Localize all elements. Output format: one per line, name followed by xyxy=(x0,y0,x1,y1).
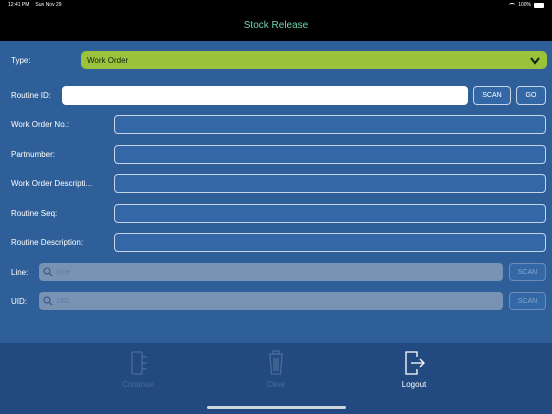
logout-icon xyxy=(405,351,425,375)
partnumber-label: Partnumber: xyxy=(11,150,56,159)
type-select-value: Work Order xyxy=(87,55,129,65)
logout-button[interactable]: Logout xyxy=(374,349,454,401)
bottom-toolbar: Continue Clear Logout xyxy=(0,343,552,414)
continue-button[interactable]: Continue xyxy=(98,349,178,401)
battery-percent: 100% xyxy=(518,2,531,8)
routine-id-scan-button[interactable]: SCAN xyxy=(473,86,511,105)
line-search-input[interactable]: Line xyxy=(39,263,503,281)
battery-icon xyxy=(534,2,544,8)
search-icon xyxy=(43,267,53,277)
routine-description-label: Routine Description: xyxy=(11,238,84,247)
go-button[interactable]: GO xyxy=(516,86,546,105)
nav-bar: Stock Release xyxy=(0,10,552,41)
page-title: Stock Release xyxy=(243,20,309,31)
continue-icon xyxy=(131,351,147,375)
work-order-description-label: Work Order Descripti... xyxy=(11,179,93,188)
line-placeholder: Line xyxy=(57,268,71,276)
logout-label: Logout xyxy=(401,380,427,389)
uid-search-input[interactable]: UID xyxy=(39,292,503,310)
work-order-no-field[interactable] xyxy=(114,115,546,134)
stock-release-form: Type: Work Order Routine ID: SCAN GO Wor… xyxy=(0,41,552,343)
work-order-description-field[interactable] xyxy=(114,174,546,193)
type-select[interactable]: Work Order xyxy=(81,51,547,69)
wifi-icon xyxy=(509,3,516,7)
home-indicator xyxy=(207,406,346,409)
line-scan-button[interactable]: SCAN xyxy=(509,263,546,281)
status-time: 12:41 PM xyxy=(8,2,30,8)
partnumber-field[interactable] xyxy=(114,145,546,164)
continue-label: Continue xyxy=(121,380,155,389)
search-icon xyxy=(43,296,53,306)
status-date: Sun Nov 29 xyxy=(35,2,62,8)
uid-placeholder: UID xyxy=(57,297,70,305)
routine-description-field[interactable] xyxy=(114,233,546,252)
clear-label: Clear xyxy=(266,380,286,389)
status-bar: 12:41 PM Sun Nov 29 100% xyxy=(0,0,552,10)
routine-seq-field[interactable] xyxy=(114,204,546,223)
chevron-down-icon xyxy=(530,57,540,65)
routine-id-input[interactable] xyxy=(62,86,468,105)
work-order-no-label: Work Order No.: xyxy=(11,120,70,129)
routine-seq-label: Routine Seq: xyxy=(11,209,58,218)
trash-icon xyxy=(269,350,283,375)
clear-button[interactable]: Clear xyxy=(236,349,316,401)
uid-scan-button[interactable]: SCAN xyxy=(509,292,546,310)
